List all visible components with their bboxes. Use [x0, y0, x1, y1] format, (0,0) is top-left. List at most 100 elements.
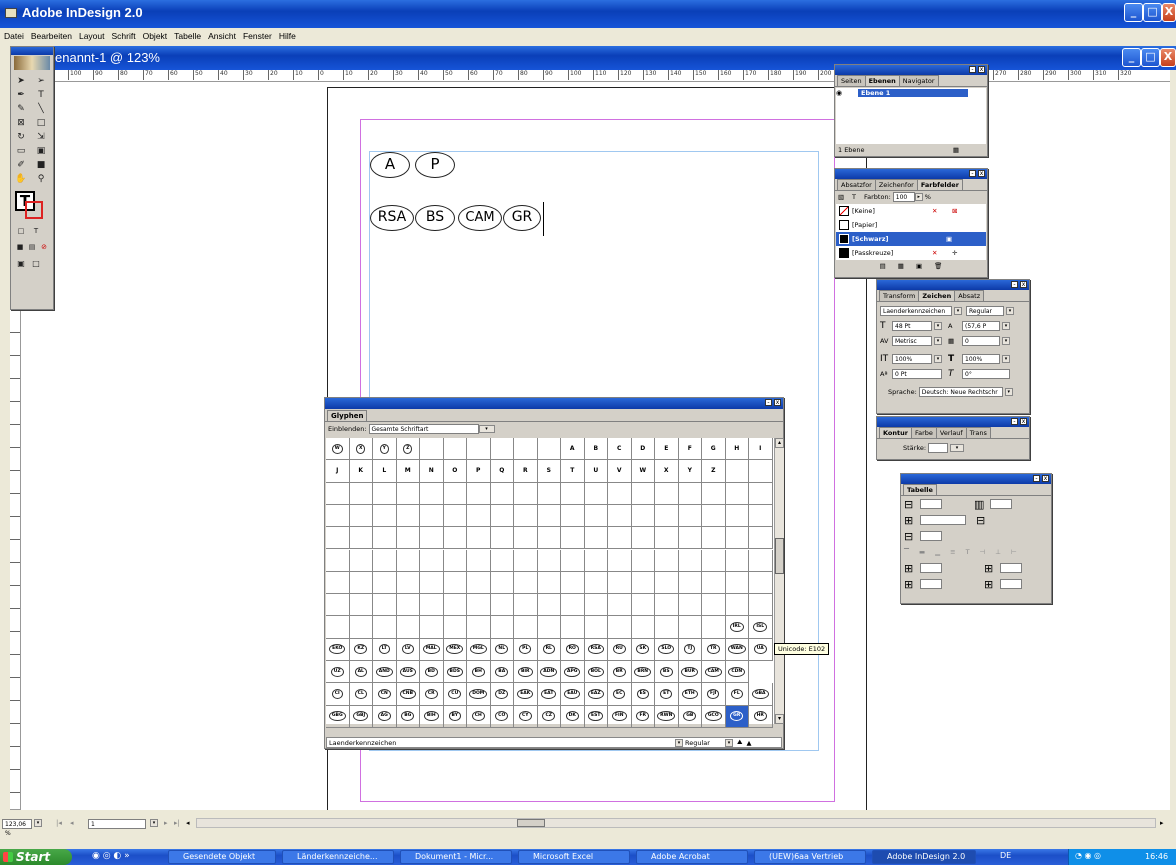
- glyph-cell[interactable]: [349, 616, 373, 639]
- scale-tool-icon[interactable]: ⇲: [35, 131, 47, 143]
- panel-minimize-icon[interactable]: -: [1011, 281, 1018, 288]
- glyph-cell[interactable]: [584, 482, 608, 505]
- glyph-cell[interactable]: [396, 616, 420, 639]
- inset-left-input[interactable]: [1000, 563, 1022, 573]
- glyph-cell[interactable]: [349, 571, 373, 595]
- glyph-cell[interactable]: [725, 594, 749, 617]
- panel-close-icon[interactable]: x: [1020, 418, 1027, 425]
- menu-objekt[interactable]: Objekt: [143, 28, 168, 44]
- character-panel-header[interactable]: -x: [877, 280, 1029, 290]
- glyph-cell[interactable]: [349, 549, 373, 572]
- glyph-cell[interactable]: WAN: [725, 638, 749, 661]
- glyph-cell[interactable]: [396, 527, 420, 550]
- zoom-tool-icon[interactable]: ⚲: [35, 173, 47, 185]
- glyph-cell[interactable]: [749, 482, 773, 505]
- glyph-cell[interactable]: [749, 527, 773, 550]
- glyph-cell[interactable]: R: [514, 460, 538, 483]
- inset-bottom-input[interactable]: [920, 579, 942, 589]
- glyph-cell[interactable]: [608, 549, 632, 572]
- glyph-cell[interactable]: [561, 594, 585, 617]
- glyph-cell[interactable]: MAL: [420, 638, 444, 661]
- glyph-cell[interactable]: [443, 482, 467, 505]
- glyph-cell[interactable]: [420, 438, 444, 461]
- glyph-cell[interactable]: P: [467, 460, 491, 483]
- glyph-cell[interactable]: [608, 616, 632, 639]
- glyph-cell[interactable]: [631, 594, 655, 617]
- glyph-cell[interactable]: BD: [420, 661, 444, 684]
- taskbar-item[interactable]: Adobe Acrobat: [636, 850, 748, 864]
- glyph-cell[interactable]: [490, 616, 514, 639]
- glyph-cell[interactable]: [326, 527, 350, 550]
- swatch-row[interactable]: [Schwarz] ▣: [836, 232, 986, 246]
- glyph-cell[interactable]: CL: [349, 683, 373, 706]
- glyph-cell[interactable]: CAM: [702, 661, 726, 684]
- direct-selection-icon[interactable]: ➢: [35, 75, 47, 87]
- glyph-cell[interactable]: APG: [561, 661, 585, 684]
- glyph-cell[interactable]: T: [561, 460, 585, 483]
- glyph-cell[interactable]: FJI: [702, 683, 726, 706]
- glyph-cell[interactable]: EAU: [561, 683, 585, 706]
- glyph-cell[interactable]: [561, 616, 585, 639]
- glyph-cell[interactable]: [702, 504, 726, 528]
- glyph-cell[interactable]: [396, 482, 420, 505]
- eye-icon[interactable]: ◉: [836, 89, 848, 97]
- glyph-cell[interactable]: [467, 504, 491, 528]
- menu-schrift[interactable]: Schrift: [112, 28, 136, 44]
- glyph-cell[interactable]: [584, 504, 608, 528]
- glyph-cell[interactable]: [678, 482, 702, 505]
- panel-minimize-icon[interactable]: -: [1033, 475, 1040, 482]
- glyph-cell[interactable]: UA: [749, 638, 773, 661]
- taskbar-item[interactable]: Dokument1 - Micr...: [400, 850, 512, 864]
- glyph-cell[interactable]: BH: [467, 661, 491, 684]
- glyph-cell[interactable]: D: [631, 438, 655, 461]
- glyph-cell[interactable]: GBG: [326, 705, 350, 728]
- apply-gradient-icon[interactable]: ▤: [27, 241, 37, 253]
- glyph-cell[interactable]: UZ: [326, 661, 350, 684]
- minimize-button[interactable]: _: [1124, 3, 1143, 22]
- glyph-cell[interactable]: [443, 616, 467, 639]
- glyph-cell[interactable]: EST: [584, 705, 608, 728]
- glyph-cell[interactable]: [490, 504, 514, 528]
- glyph-cell[interactable]: [702, 482, 726, 505]
- glyph-cell[interactable]: [725, 504, 749, 528]
- glyph-cell[interactable]: [420, 504, 444, 528]
- inset-top-icon[interactable]: ⊞: [904, 562, 920, 575]
- doc-maximize-button[interactable]: □: [1141, 48, 1160, 67]
- glyph-cell[interactable]: Z: [396, 438, 420, 461]
- frame-tool-icon[interactable]: ⊠: [15, 117, 27, 129]
- fill-stroke-swatch-icon[interactable]: ▧: [838, 193, 852, 201]
- glyph-cell[interactable]: [467, 482, 491, 505]
- align-center-icon[interactable]: ▬: [919, 548, 925, 556]
- glyph-cell[interactable]: [702, 527, 726, 550]
- glyph-cell[interactable]: [584, 594, 608, 617]
- glyph-cell[interactable]: [467, 571, 491, 595]
- chevron-down-icon[interactable]: ▾: [934, 322, 942, 330]
- swatch-row[interactable]: [Papier]: [836, 218, 986, 232]
- glyph-cell[interactable]: NL: [490, 638, 514, 661]
- glyph-cell[interactable]: FR: [631, 705, 655, 728]
- prev-page-icon[interactable]: ◂: [70, 819, 74, 827]
- inset-right-icon[interactable]: ⊞: [984, 578, 1000, 591]
- font-family-select[interactable]: Laenderkennzeichen: [880, 306, 952, 316]
- glyph-cell[interactable]: [537, 504, 561, 528]
- glyph-cell[interactable]: [655, 504, 679, 528]
- tab-transparenz[interactable]: Trans: [965, 427, 991, 438]
- glyph-cell[interactable]: [631, 571, 655, 595]
- leading-input[interactable]: (57,6 P: [962, 321, 1000, 331]
- taskbar-item[interactable]: (UEW)6aa Vertrieb: [754, 850, 866, 864]
- glyph-cell[interactable]: [631, 549, 655, 572]
- glyph-cell[interactable]: O: [443, 460, 467, 483]
- glyph-cell[interactable]: [584, 571, 608, 595]
- menu-hilfe[interactable]: Hilfe: [279, 28, 296, 44]
- glyph-cell[interactable]: [655, 616, 679, 639]
- glyph-cell[interactable]: [608, 482, 632, 505]
- glyph-cell[interactable]: J: [326, 460, 350, 483]
- panel-close-icon[interactable]: x: [1042, 475, 1049, 482]
- glyph-cell[interactable]: BA: [490, 661, 514, 684]
- font-style-select[interactable]: Regular: [966, 306, 1004, 316]
- glyph-cell[interactable]: [749, 594, 773, 617]
- tab-glyphen[interactable]: Glyphen: [327, 410, 368, 421]
- glyph-cell[interactable]: Z: [702, 460, 726, 483]
- column-width-input[interactable]: [920, 531, 942, 541]
- glyph-cell[interactable]: RSA: [584, 638, 608, 661]
